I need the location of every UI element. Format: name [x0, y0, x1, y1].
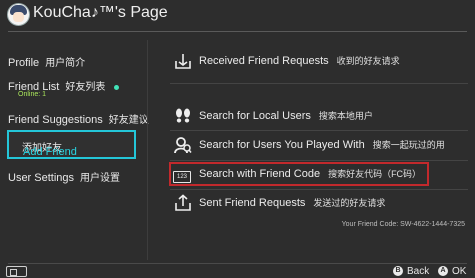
nav-item-friend-suggestions[interactable]: Friend Suggestions 好友建议 — [8, 111, 149, 126]
a-button-icon: A — [438, 266, 448, 277]
nav-item-label: Add Friend 添加好友 — [16, 139, 77, 158]
section-divider — [170, 83, 468, 84]
option-search-local[interactable]: Search for Local Users 搜索本地用户 — [170, 102, 470, 130]
footprints-icon — [176, 108, 190, 123]
b-button-icon: B — [393, 266, 403, 277]
outbox-icon — [175, 194, 191, 211]
nav-item-label: Friend Suggestions — [8, 114, 103, 126]
option-sent-requests[interactable]: Sent Friend Requests 发送过的好友请求 — [170, 189, 470, 217]
option-label: Sent Friend Requests 发送过的好友请求 — [199, 196, 385, 209]
avatar[interactable] — [7, 3, 30, 26]
option-label: Received Friend Requests 收到的好友请求 — [199, 54, 400, 67]
nav-item-label-en: Add Friend — [23, 146, 77, 158]
nav-item-label-zh: 用户设置 — [80, 173, 121, 184]
option-label-zh: 搜索本地用户 — [318, 111, 373, 121]
option-label: Search for Users You Played With 搜索一起玩过的用 — [199, 138, 445, 151]
option-label-en: Sent Friend Requests — [199, 197, 306, 209]
header-divider — [8, 31, 467, 32]
option-label-zh: 搜索一起玩过的用 — [372, 140, 445, 150]
option-search-played-with[interactable]: Search for Users You Played With 搜索一起玩过的用 — [170, 131, 470, 159]
nav-item-user-settings[interactable]: User Settings 用户设置 — [8, 169, 138, 184]
nav-item-label-zh: 用户简介 — [45, 58, 86, 69]
search-user-icon — [174, 137, 192, 154]
online-dot-icon — [114, 84, 120, 90]
back-label: Back — [407, 266, 430, 277]
option-label-en: Received Friend Requests — [199, 55, 329, 67]
option-label: Search for Local Users 搜索本地用户 — [199, 109, 373, 122]
option-label-en: Search for Users You Played With — [199, 139, 365, 151]
ok-label: OK — [452, 266, 467, 277]
nav-item-label-zh: 好友列表 — [65, 82, 106, 93]
nav-item-label-zh: 好友建议 — [108, 115, 149, 126]
option-label-en: Search for Local Users — [199, 110, 311, 122]
footer-divider — [8, 263, 467, 264]
option-received-requests[interactable]: Received Friend Requests 收到的好友请求 — [170, 47, 470, 75]
page-title: KouCha♪™'s Page — [33, 4, 168, 21]
highlight-box — [169, 162, 429, 186]
vertical-divider — [147, 40, 148, 260]
nav-item-label: User Settings — [8, 172, 75, 184]
option-label-zh: 收到的好友请求 — [336, 56, 400, 66]
top-bar: KouCha♪™'s Page — [0, 0, 475, 30]
back-button[interactable]: B Back — [393, 266, 429, 277]
friend-code-text: Your Friend Code: SW-4622-1444-7325 — [341, 221, 465, 228]
nav-item-add-friend[interactable]: Add Friend 添加好友 — [7, 130, 136, 159]
avatar-face — [13, 12, 24, 22]
nav-item-profile[interactable]: Profile 用户简介 — [8, 54, 138, 69]
nav-item-label: Profile — [8, 57, 40, 69]
online-count: Online: 1 — [18, 91, 47, 98]
inbox-icon — [175, 54, 191, 69]
controller-icon — [6, 266, 27, 277]
option-label-zh: 发送过的好友请求 — [313, 198, 386, 208]
ok-button[interactable]: A OK — [438, 266, 466, 277]
